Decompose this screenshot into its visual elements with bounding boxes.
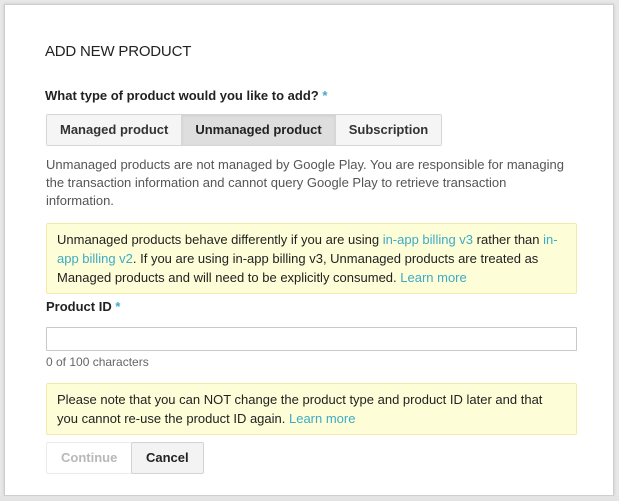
product-type-selector: Managed product Unmanaged product Subscr… <box>46 114 443 146</box>
add-product-dialog: ADD NEW PRODUCT What type of product wou… <box>4 4 614 496</box>
note-text-1: Unmanaged products behave differently if… <box>57 232 383 247</box>
learn-more-link[interactable]: Learn more <box>289 411 355 426</box>
dialog-title: ADD NEW PRODUCT <box>45 43 192 60</box>
product-id-label: Product ID * <box>46 299 120 314</box>
product-type-label-text: What type of product would you like to a… <box>45 88 319 103</box>
required-marker: * <box>322 88 328 103</box>
subscription-button[interactable]: Subscription <box>335 115 442 145</box>
billing-version-note: Unmanaged products behave differently if… <box>46 223 577 294</box>
product-id-input[interactable] <box>46 327 577 351</box>
in-app-billing-v3-link[interactable]: in-app billing v3 <box>383 232 473 247</box>
required-marker: * <box>115 299 121 314</box>
product-type-description: Unmanaged products are not managed by Go… <box>46 157 564 208</box>
permanent-id-warning: Please note that you can NOT change the … <box>46 383 577 435</box>
cancel-button[interactable]: Cancel <box>131 442 204 474</box>
continue-button[interactable]: Continue <box>46 442 133 474</box>
learn-more-link[interactable]: Learn more <box>400 270 466 285</box>
unmanaged-product-button[interactable]: Unmanaged product <box>182 115 336 145</box>
product-type-label: What type of product would you like to a… <box>45 88 327 103</box>
character-counter: 0 of 100 characters <box>46 355 149 369</box>
managed-product-button[interactable]: Managed product <box>47 115 183 145</box>
product-id-label-text: Product ID <box>46 299 112 314</box>
page-background-strip <box>0 496 619 501</box>
note-text-2: rather than <box>473 232 544 247</box>
